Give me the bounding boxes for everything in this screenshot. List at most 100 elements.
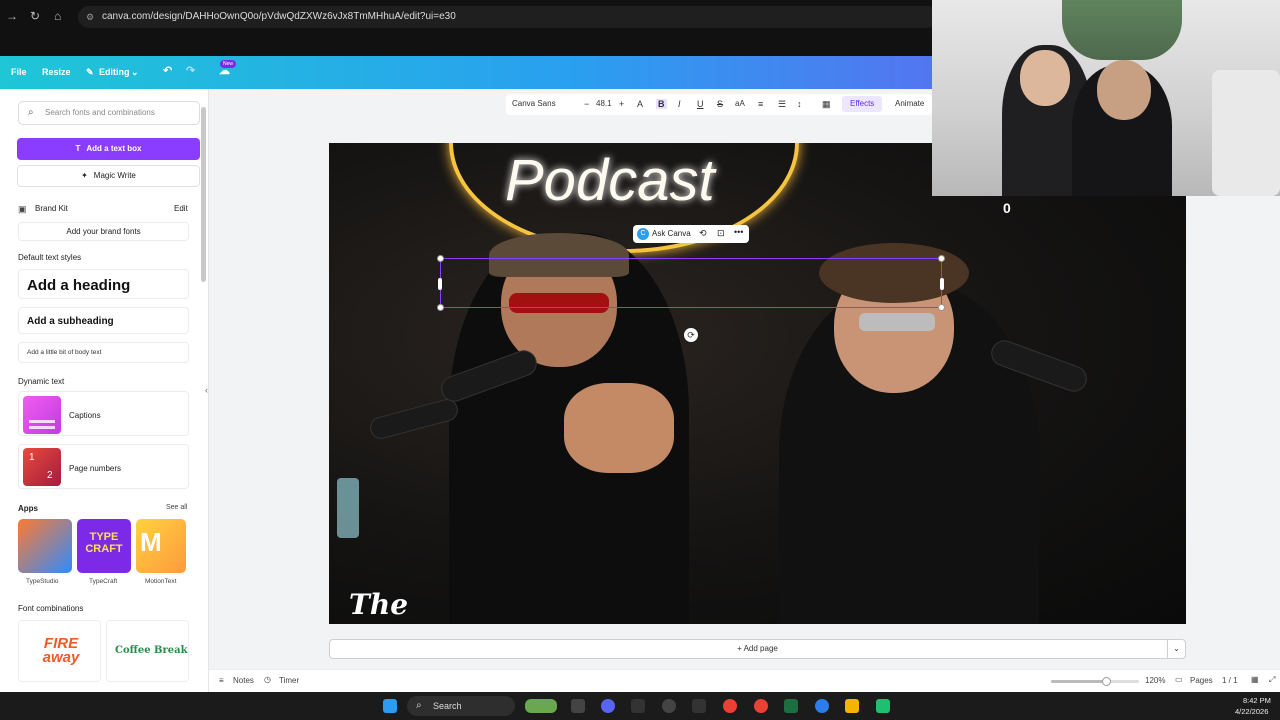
- discord-icon[interactable]: [601, 699, 615, 713]
- taskbar-search[interactable]: ⌕ Search: [407, 696, 515, 716]
- motiontext-app-icon[interactable]: M: [136, 519, 186, 573]
- capcut-alt-icon[interactable]: [692, 699, 706, 713]
- design-photo[interactable]: Podcast The ⟳ C Ask Canva ⟲ ⊡ •••: [329, 143, 1186, 624]
- captions-label: Captions: [69, 411, 101, 420]
- zoom-slider-thumb[interactable]: [1102, 677, 1111, 686]
- font-combinations-title: Font combinations: [18, 604, 84, 613]
- font-family-select[interactable]: Canva Sans: [512, 99, 556, 108]
- font-combo-coffee-break[interactable]: Coffee Break: [106, 620, 189, 682]
- typecraft-app-icon[interactable]: TYPE CRAFT: [77, 519, 131, 573]
- notes-icon: ≡: [219, 676, 224, 685]
- bold-icon[interactable]: B: [656, 99, 667, 109]
- plant: [1062, 0, 1182, 60]
- more-options-icon[interactable]: •••: [734, 227, 743, 237]
- resize-handle-left[interactable]: [438, 278, 442, 290]
- redo-icon[interactable]: ↷: [186, 64, 195, 77]
- app-green-icon[interactable]: [876, 699, 890, 713]
- resize-handle-tr[interactable]: [938, 255, 945, 262]
- file-menu[interactable]: File: [11, 67, 27, 77]
- spacing-icon[interactable]: ↕: [797, 99, 802, 109]
- pages-button[interactable]: Pages: [1190, 676, 1213, 685]
- typestudio-app-icon[interactable]: [18, 519, 72, 573]
- chevron-down-icon[interactable]: ⌄: [131, 67, 139, 78]
- ask-canva-button[interactable]: Ask Canva: [652, 229, 691, 238]
- app-name-typestudio: TypeStudio: [26, 578, 59, 585]
- file-explorer-icon[interactable]: [845, 699, 859, 713]
- add-brand-fonts-button[interactable]: Add your brand fonts: [18, 222, 189, 241]
- fire-away-sample: FIRE away: [42, 635, 80, 666]
- see-all-link[interactable]: See all: [166, 504, 187, 511]
- add-text-box-button[interactable]: T Add a text box: [17, 138, 200, 160]
- magic-write-button[interactable]: ✦ Magic Write: [17, 165, 200, 187]
- captions-card[interactable]: Captions: [18, 391, 189, 436]
- font-search-input[interactable]: ⌕ Search fonts and combinations: [18, 101, 200, 125]
- timer-button[interactable]: Timer: [279, 676, 299, 685]
- collapse-panel-icon[interactable]: ‹: [205, 385, 208, 395]
- add-page-button[interactable]: + Add page ⌄: [329, 639, 1186, 659]
- resize-button[interactable]: Resize: [42, 67, 71, 77]
- strikethrough-icon[interactable]: S: [717, 99, 723, 109]
- effects-button[interactable]: Effects: [842, 96, 883, 112]
- duplicate-icon[interactable]: ⟲: [699, 228, 707, 239]
- text-color-icon[interactable]: A: [637, 99, 643, 109]
- chevron-down-icon[interactable]: ⌄: [1167, 640, 1185, 658]
- counter-overlay: 0: [1003, 200, 1011, 216]
- rotate-handle-icon[interactable]: ⟳: [684, 328, 698, 342]
- page-numbers-card[interactable]: 12 Page numbers: [18, 444, 189, 489]
- app-name-typecraft: TypeCraft: [89, 578, 118, 585]
- animate-button[interactable]: Animate: [895, 99, 924, 108]
- resize-handle-right[interactable]: [940, 278, 944, 290]
- taskbar-search-label: Search: [433, 701, 462, 711]
- body-style-card[interactable]: Add a little bit of body text: [18, 342, 189, 363]
- windows-start-icon[interactable]: [383, 699, 397, 713]
- resize-handle-br[interactable]: [938, 304, 945, 311]
- reload-icon[interactable]: ↻: [30, 9, 40, 23]
- fullscreen-icon[interactable]: ⤢: [1269, 675, 1275, 685]
- app-blue-icon[interactable]: [815, 699, 829, 713]
- widgets-icon[interactable]: [525, 699, 557, 713]
- resize-handle-tl[interactable]: [437, 255, 444, 262]
- resize-handle-bl[interactable]: [437, 304, 444, 311]
- capcut-icon[interactable]: [631, 699, 645, 713]
- chrome-active-icon[interactable]: [754, 699, 768, 713]
- zoom-slider[interactable]: [1051, 677, 1139, 686]
- letter-case-icon[interactable]: aA: [735, 99, 745, 108]
- align-center-icon[interactable]: ≡: [758, 99, 763, 109]
- chrome-icon[interactable]: [723, 699, 737, 713]
- font-size-input[interactable]: 48.1: [596, 99, 612, 108]
- webcam-person-right-face: [1097, 60, 1151, 120]
- zoom-level[interactable]: 120%: [1145, 676, 1165, 685]
- list-icon[interactable]: ☰: [778, 99, 786, 110]
- panel-scrollbar[interactable]: [201, 107, 206, 282]
- page-numbers-icon: 12: [23, 448, 61, 486]
- site-info-icon[interactable]: ⚙: [86, 6, 94, 28]
- webcam-overlay: [932, 0, 1280, 196]
- increase-size-icon[interactable]: +: [619, 99, 624, 109]
- notes-button[interactable]: Notes: [233, 676, 254, 685]
- undo-icon[interactable]: ↶: [163, 64, 172, 77]
- text-toolbar: Canva Sans − 48.1 + A B I U S aA ≡ ☰ ↕ ▦…: [506, 94, 932, 115]
- chatgpt-icon[interactable]: [662, 699, 676, 713]
- forward-icon[interactable]: →: [6, 9, 18, 23]
- url-bar[interactable]: ⚙ canva.com/design/DAHHoOwnQ0o/pVdwQdZXW…: [78, 6, 938, 28]
- selected-text-box[interactable]: [440, 258, 942, 308]
- subheading-style-card[interactable]: Add a subheading: [18, 307, 189, 334]
- silver-sunglasses: [859, 313, 935, 331]
- font-combo-fire-away[interactable]: FIRE away: [18, 620, 101, 682]
- transparency-icon[interactable]: ▦: [822, 99, 831, 110]
- italic-icon[interactable]: I: [678, 99, 681, 109]
- windows-taskbar: ⌕ Search 8:42 PM 4/22/2026: [0, 692, 1280, 720]
- excel-icon[interactable]: [784, 699, 798, 713]
- task-view-icon[interactable]: [571, 699, 585, 713]
- lock-icon[interactable]: ⊡: [717, 228, 725, 239]
- default-text-styles-title: Default text styles: [18, 253, 82, 262]
- heading-style-card[interactable]: Add a heading: [18, 269, 189, 299]
- grid-view-icon[interactable]: ▦: [1251, 675, 1259, 684]
- home-icon[interactable]: ⌂: [54, 9, 61, 23]
- underline-icon[interactable]: U: [697, 99, 704, 109]
- editing-mode-button[interactable]: Editing: [99, 67, 130, 77]
- body-sample: Add a little bit of body text: [27, 349, 102, 356]
- decrease-size-icon[interactable]: −: [584, 99, 589, 109]
- water-bottle: [337, 478, 359, 538]
- brand-kit-edit-link[interactable]: Edit: [174, 204, 188, 213]
